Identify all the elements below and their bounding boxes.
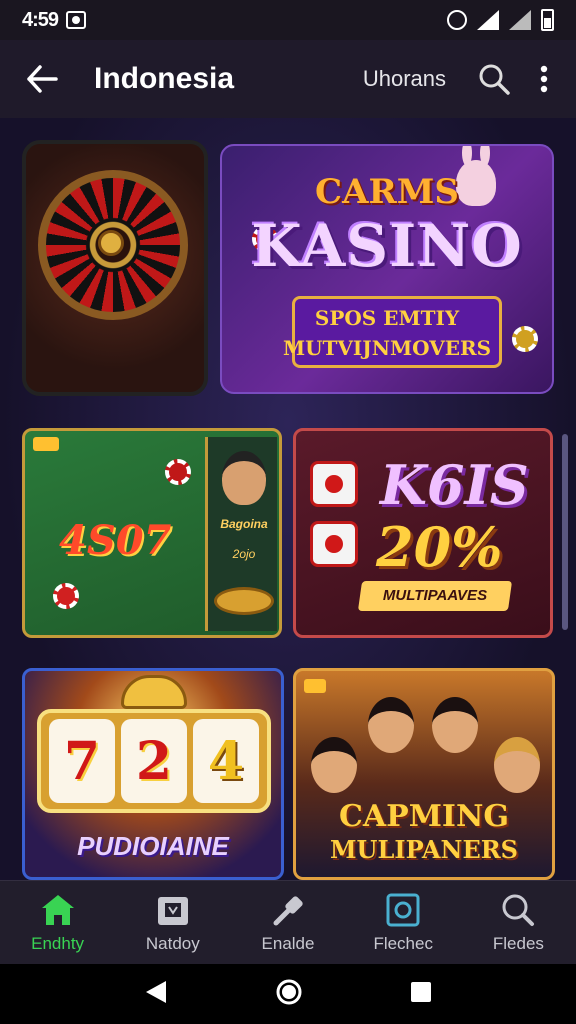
roulette-hub: [98, 230, 124, 256]
back-triangle-icon[interactable]: [144, 979, 168, 1010]
more-vert-icon[interactable]: [534, 59, 554, 99]
dice-banner[interactable]: K6IS 20% MULTIPAAVES: [293, 428, 553, 638]
dice-icon: [310, 461, 358, 507]
scroll-indicator: [562, 434, 568, 630]
slot-name: PUDIOIAINE: [77, 831, 229, 861]
kasino-line-2: MUTVIJNMOVERS: [282, 336, 492, 360]
status-time: 4:59: [22, 8, 59, 31]
dice-plate-text: MULTIPAAVES: [382, 587, 488, 604]
dealer-name: Bagoina: [220, 517, 268, 531]
poker-amount: 4S07: [59, 517, 172, 564]
kasino-line-1: SPOS EMTIY: [314, 306, 460, 330]
dealer-avatar: [222, 451, 266, 505]
dice-percent: 20%: [376, 515, 503, 579]
coin-stack-icon: [214, 587, 274, 615]
dealer-panel: Bagoina 2ojo: [205, 437, 277, 631]
nav-label: Natdoy: [145, 933, 200, 953]
nav-item-search[interactable]: Fledes: [461, 881, 576, 964]
tool-icon: [269, 892, 307, 928]
reel-1: 7: [49, 719, 115, 803]
nav-label: Flechec: [373, 933, 433, 953]
back-arrow-icon[interactable]: [22, 59, 62, 99]
poker-banner[interactable]: 4S07 Bagoina 2ojo: [22, 428, 282, 638]
dice-title: K6IS: [380, 453, 529, 517]
app-subtitle-link[interactable]: Uhorans: [363, 66, 446, 92]
home-icon: [39, 892, 77, 928]
nav-item-home[interactable]: Endhty: [0, 881, 115, 964]
people-banner[interactable]: CAPMING MULIPANERS: [293, 668, 555, 880]
dice-icon: [310, 521, 358, 567]
status-icons: [447, 9, 554, 31]
wifi-icon: [477, 10, 499, 30]
camera-notification-icon: [66, 11, 87, 29]
dealer-sub: 2ojo: [232, 547, 256, 561]
nav-item-tools[interactable]: Enalde: [230, 881, 345, 964]
app-bar: Indonesia Uhorans: [0, 40, 576, 118]
signal-icon: [509, 10, 531, 30]
chip-icon: [165, 459, 191, 485]
reel-2: 2: [121, 719, 187, 803]
nav-item-wallet[interactable]: Flechec: [346, 881, 461, 964]
system-nav-bar: [0, 964, 576, 1024]
roulette-banner[interactable]: [22, 140, 208, 396]
page-title: Indonesia: [94, 62, 235, 95]
bottom-nav: Endhty Natdoy Enalde Flechec Fledes: [0, 880, 576, 964]
nav-label: Endhty: [31, 933, 85, 953]
home-circle-icon[interactable]: [275, 978, 303, 1011]
people-subtitle: MULIPANERS: [329, 835, 519, 864]
nav-label: Fledes: [492, 933, 544, 953]
banner-grid: CARMS KASINO SPOS EMTIY MUTVIJNMOVERS 4S…: [0, 118, 576, 880]
slot-reels: 7 2 4: [37, 709, 271, 813]
nav-item-store[interactable]: Natdoy: [115, 881, 230, 964]
status-bar: 4:59: [0, 0, 576, 40]
badge-icon: [304, 679, 326, 693]
battery-icon: [541, 9, 554, 31]
reel-3: 4: [193, 719, 259, 803]
kasino-banner[interactable]: CARMS KASINO SPOS EMTIY MUTVIJNMOVERS: [220, 144, 554, 394]
store-icon: [154, 892, 192, 928]
wallet-icon: [384, 892, 422, 928]
chip-icon: [53, 583, 79, 609]
kasino-title: KASINO: [251, 212, 523, 280]
nav-label: Enalde: [261, 933, 315, 953]
search-icon[interactable]: [474, 59, 514, 99]
recents-square-icon[interactable]: [410, 981, 432, 1008]
people-title: CAPMING: [339, 799, 509, 834]
badge-icon: [33, 437, 59, 451]
crown-icon: [121, 675, 187, 709]
search-icon: [499, 892, 537, 928]
kasino-top-text: CARMS: [315, 172, 459, 212]
alarm-icon: [447, 10, 467, 30]
slot-banner[interactable]: 7 2 4 PUDIOIAINE: [22, 668, 284, 880]
